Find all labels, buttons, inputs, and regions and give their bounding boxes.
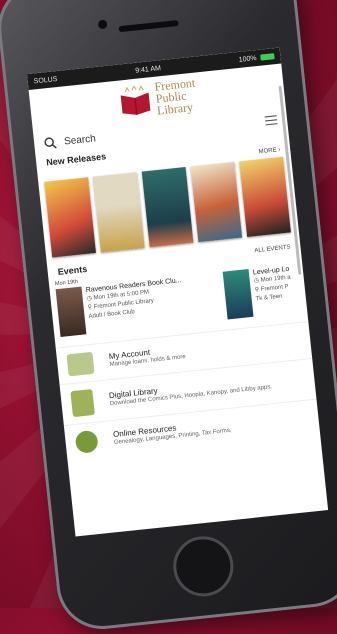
search-icon[interactable] [44,137,57,150]
search-label[interactable]: Search [64,133,97,147]
menu-text: My Account Manage loans, holds & more [108,344,186,369]
event-place: Fremont P [260,283,289,293]
book-cover[interactable] [141,166,194,247]
carrier-label: SOLUS [33,75,58,85]
menu-text: Online Resources Genealogy, Languages, P… [113,418,232,447]
more-link[interactable]: MORE › [258,147,280,155]
book-cover[interactable] [92,171,145,252]
clock-icon: ◷ [253,277,260,285]
location-pin-icon: ⚲ [254,286,260,293]
logo-text: Fremont Public Library [154,76,198,118]
event-image [222,268,254,319]
clock-icon: ◷ [86,295,93,302]
battery-percent: 100% [238,54,257,64]
clock: 9:41 AM [134,64,162,75]
book-cover[interactable] [44,176,96,257]
event-info: Level-up Lo ◷ Mon 19th a ⚲ Fremont P Tk … [252,264,294,316]
event-time: Mon 19th a [260,274,291,284]
hamburger-menu-icon[interactable] [264,112,278,128]
menu-text: Digital Library Download the Comics Plus… [109,374,273,408]
battery-indicator: 100% [238,52,275,64]
battery-icon [260,52,275,61]
event-image [55,286,87,337]
event-info: Ravenous Readers Book Clu... ◷ Mon 19th … [85,276,186,334]
location-pin-icon: ⚲ [87,304,93,311]
app-screen: SOLUS 9:41 AM 100% Fremont Public Librar… [26,47,329,537]
all-events-link[interactable]: ALL EVENTS [254,244,291,254]
open-book-icon [117,84,154,117]
new-releases-title: New Releases [45,150,107,168]
book-cover[interactable] [239,156,291,237]
tablet-icon [70,388,95,417]
id-card-icon [66,351,95,376]
globe-icon [74,429,99,454]
events-title: Events [57,263,88,277]
book-cover[interactable] [190,161,243,242]
